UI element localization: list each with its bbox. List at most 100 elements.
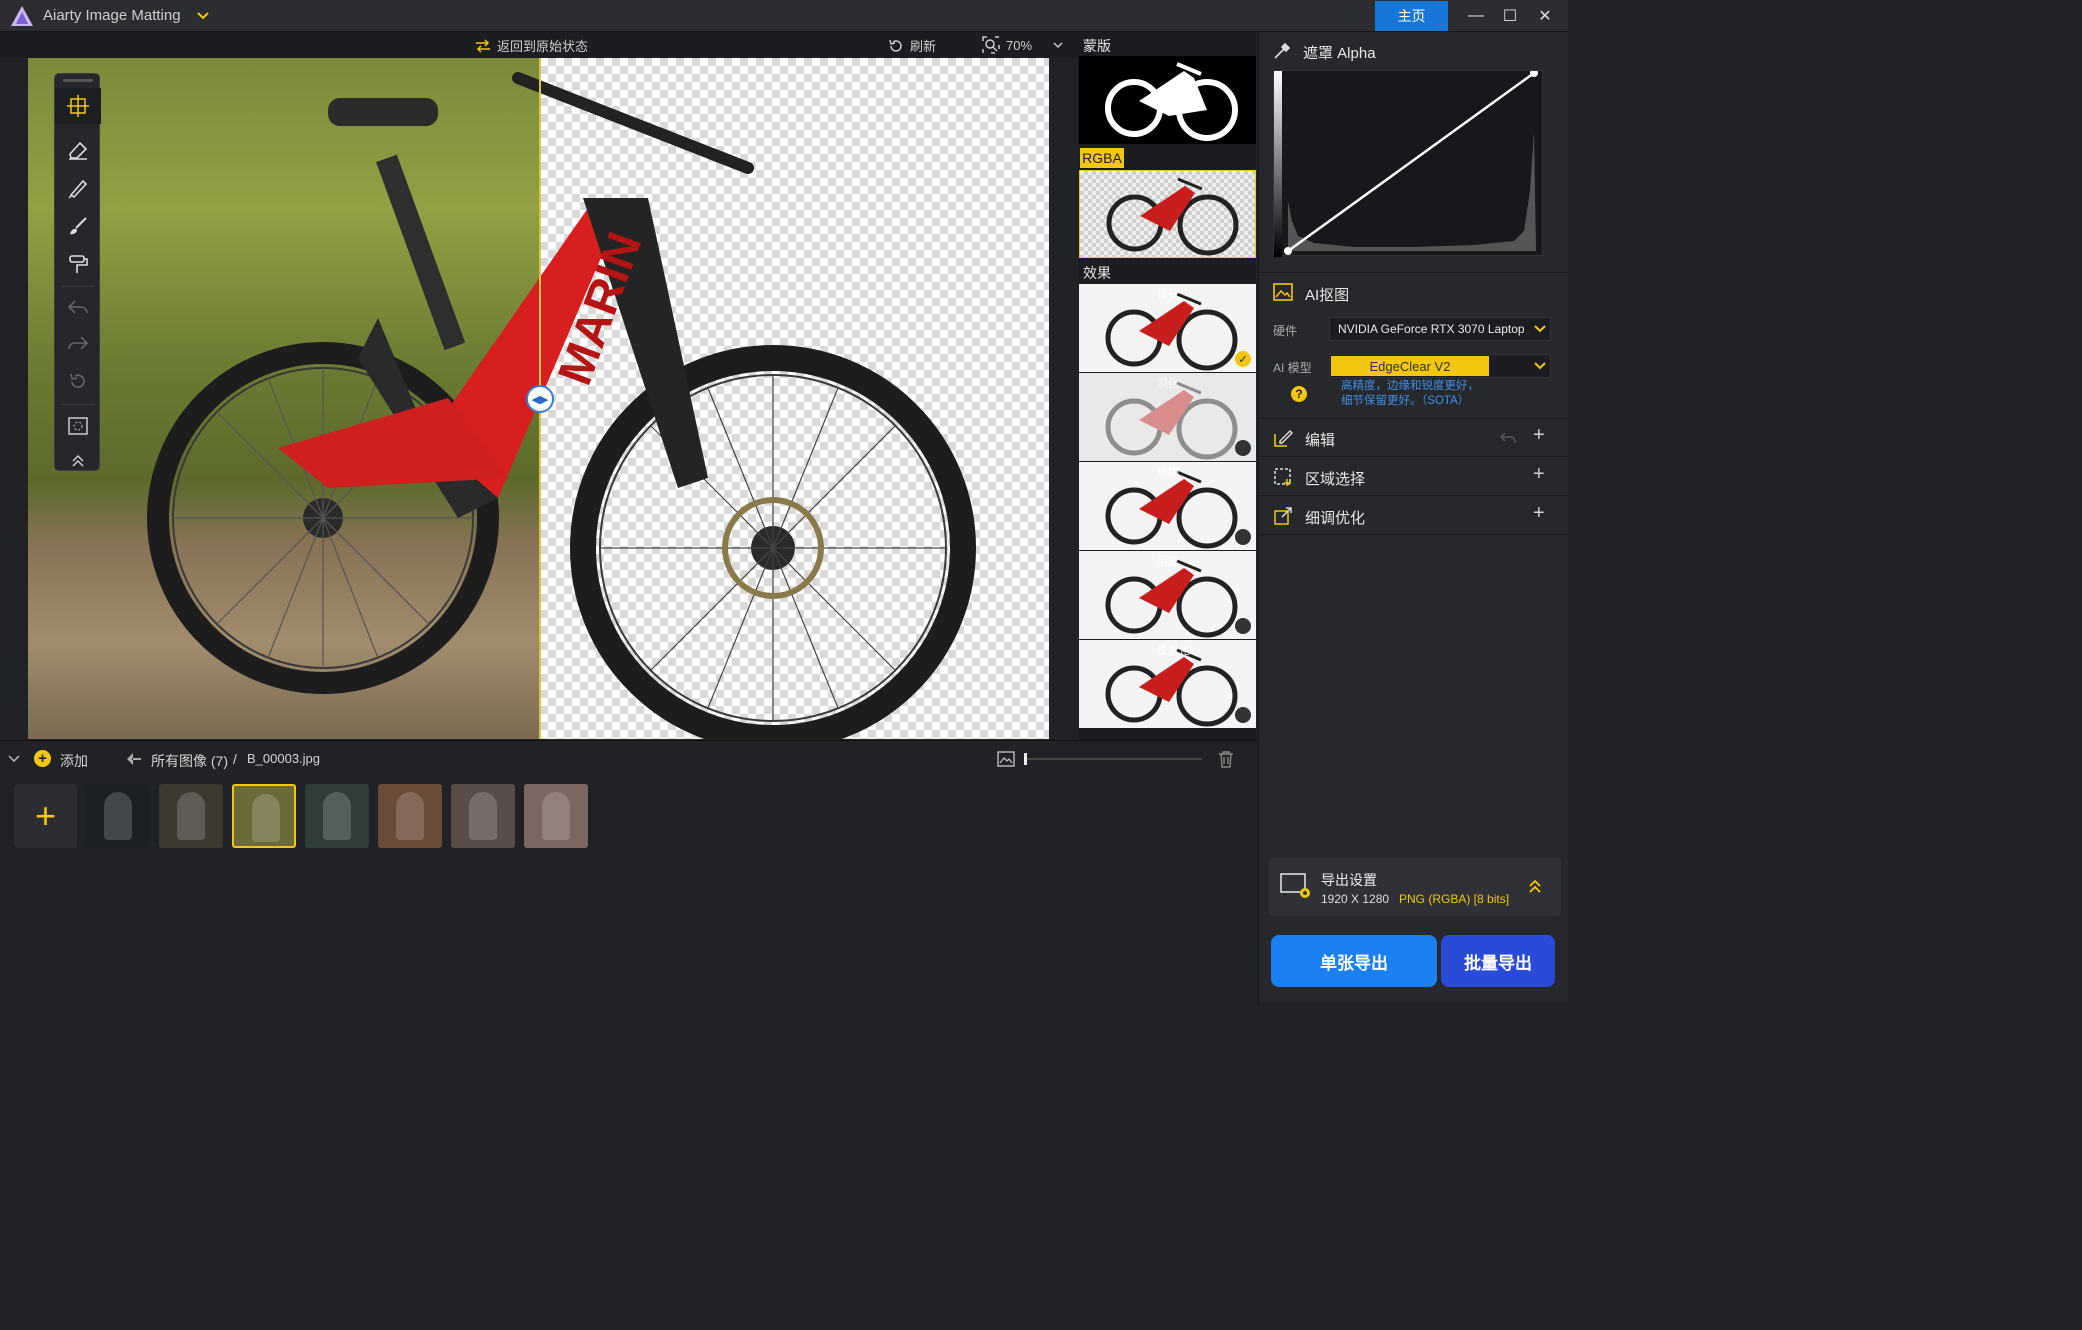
undo-icon <box>67 300 88 314</box>
add-icon[interactable]: + <box>34 750 51 767</box>
effect-name: 阴影 <box>1157 556 1179 568</box>
model-value[interactable]: EdgeClear V2 <box>1331 356 1489 376</box>
close-button[interactable]: ✕ <box>1522 0 1568 31</box>
redo-icon <box>68 336 89 350</box>
roller-tool[interactable] <box>55 246 101 282</box>
app-title: Aiarty Image Matting <box>43 7 181 24</box>
home-button[interactable]: 主页 <box>1375 1 1448 31</box>
unselected-dot-icon[interactable] <box>1235 707 1251 723</box>
panel-separator <box>1259 534 1569 535</box>
effect-name: 模糊 <box>1157 467 1179 479</box>
ai-title: AI抠图 <box>1305 287 1350 304</box>
thumbnail-jellyfish[interactable] <box>86 784 150 848</box>
tool-palette <box>54 73 101 471</box>
palette-divider <box>61 286 95 287</box>
rgba-preview[interactable] <box>1079 170 1256 258</box>
export-format: PNG (RGBA) [8 bits] <box>1399 892 1510 906</box>
chevron-down-icon[interactable] <box>196 10 210 22</box>
smart-brush-icon <box>70 217 87 235</box>
delete-icon[interactable] <box>1218 750 1234 768</box>
export-settings[interactable]: 导出设置 1920 X 1280 PNG (RGBA) [8 bits] <box>1269 858 1561 916</box>
current-file: B_00003.jpg <box>247 751 321 766</box>
eraser-tool[interactable] <box>55 132 101 168</box>
undo-tool[interactable] <box>55 290 101 326</box>
hardware-select[interactable]: NVIDIA GeForce RTX 3070 Laptop ( <box>1329 317 1551 341</box>
brush-tool[interactable] <box>55 170 101 206</box>
add-image-button[interactable]: + <box>14 784 77 848</box>
lasso-tool[interactable] <box>55 408 101 444</box>
back-arrow-icon[interactable] <box>126 752 142 766</box>
effect-thumbnail[interactable]: 模糊 <box>1079 462 1256 550</box>
region-add-icon[interactable]: + <box>1533 463 1545 486</box>
collapse-icon <box>72 454 84 467</box>
unselected-dot-icon[interactable] <box>1235 440 1251 456</box>
add-label[interactable]: 添加 <box>60 751 88 771</box>
refresh-button[interactable]: 刷新 <box>888 36 936 55</box>
alpha-curve[interactable] <box>1273 69 1543 257</box>
strip-toolbar: + 添加 所有图像 (7) / B_00003.jpg <box>0 742 1257 776</box>
thumbnail-woman-flowers[interactable] <box>378 784 442 848</box>
region-icon <box>1274 468 1291 486</box>
redo-tool[interactable] <box>55 326 101 362</box>
effect-thumbnail[interactable]: 背景 ✓ <box>1079 284 1256 372</box>
effect-thumbnail[interactable]: 羽化 <box>1079 373 1256 461</box>
edit-add-icon[interactable]: + <box>1533 424 1545 447</box>
thumbnail-size-slider[interactable] <box>1024 753 1202 765</box>
unselected-dot-icon[interactable] <box>1235 529 1251 545</box>
selected-check-icon[interactable]: ✓ <box>1235 351 1251 367</box>
thumbnail-forest-floor[interactable] <box>159 784 223 848</box>
export-settings-title: 导出设置 <box>1321 872 1377 888</box>
refresh-label: 刷新 <box>910 39 937 54</box>
palette-grip[interactable] <box>63 79 93 82</box>
image-canvas[interactable]: MARIN ◀▶ <box>28 58 1049 739</box>
thumbnail-woman-roses[interactable] <box>524 784 588 848</box>
edit-section[interactable]: 编辑 + <box>1259 419 1569 456</box>
revert-button[interactable]: 返回到原始状态 <box>475 36 588 55</box>
zoom-icon <box>982 36 1000 54</box>
thumbnail-bicycle[interactable] <box>232 784 296 848</box>
all-images-label[interactable]: 所有图像 (7) <box>151 751 228 771</box>
move-tool[interactable] <box>55 88 101 124</box>
slider-handle[interactable] <box>1024 753 1027 765</box>
single-export-button[interactable]: 单张导出 <box>1271 935 1437 987</box>
app-logo-icon <box>11 6 33 26</box>
chevron-down-icon[interactable] <box>8 754 20 764</box>
refine-add-icon[interactable]: + <box>1533 502 1545 525</box>
effect-thumbnail[interactable]: 像素化 <box>1079 640 1256 728</box>
batch-export-button[interactable]: 批量导出 <box>1441 935 1555 987</box>
export-size: 1920 X 1280 <box>1321 892 1390 906</box>
undo-icon[interactable] <box>1499 431 1517 445</box>
chevron-down-icon <box>1534 325 1546 333</box>
reset-tool[interactable] <box>55 364 101 400</box>
picker-icon <box>1274 42 1291 59</box>
thumbnail-woman-gown[interactable] <box>451 784 515 848</box>
zoom-dropdown-icon[interactable] <box>1052 40 1064 50</box>
image-strip <box>0 740 1257 1002</box>
split-handle[interactable]: ◀▶ <box>526 385 554 413</box>
zoom-value: 70% <box>1006 37 1033 53</box>
refine-section[interactable]: 细调优化 + <box>1259 496 1569 534</box>
mask-preview[interactable] <box>1079 56 1256 144</box>
refresh-icon <box>889 39 902 52</box>
help-icon[interactable]: ? <box>1291 386 1307 402</box>
thumbnail-woman-red-dress[interactable] <box>305 784 369 848</box>
collapse-palette[interactable] <box>55 442 101 478</box>
roller-icon <box>69 255 88 273</box>
title-bar: Aiarty Image Matting 主页 — ☐ ✕ <box>0 0 1568 32</box>
reset-icon <box>70 373 85 389</box>
eraser-icon <box>69 141 88 160</box>
image-size-icon <box>997 751 1015 767</box>
effect-thumbnail[interactable]: 阴影 <box>1079 551 1256 639</box>
smart-brush-tool[interactable] <box>55 208 101 244</box>
effect-name: 像素化 <box>1157 645 1190 657</box>
zoom-control[interactable]: 70% <box>982 36 1064 54</box>
unselected-dot-icon[interactable] <box>1235 618 1251 634</box>
image-icon <box>1273 283 1293 301</box>
refine-label: 细调优化 <box>1305 510 1366 527</box>
lasso-icon <box>68 417 88 435</box>
settings-panel: 遮罩 Alpha AI抠图 硬件 NVIDIA GeForce RTX 3070… <box>1258 32 1569 1002</box>
effect-name: 羽化 <box>1157 378 1179 390</box>
expand-up-icon[interactable] <box>1527 878 1543 894</box>
alpha-title: 遮罩 Alpha <box>1303 45 1376 62</box>
region-section[interactable]: 区域选择 + <box>1259 457 1569 495</box>
